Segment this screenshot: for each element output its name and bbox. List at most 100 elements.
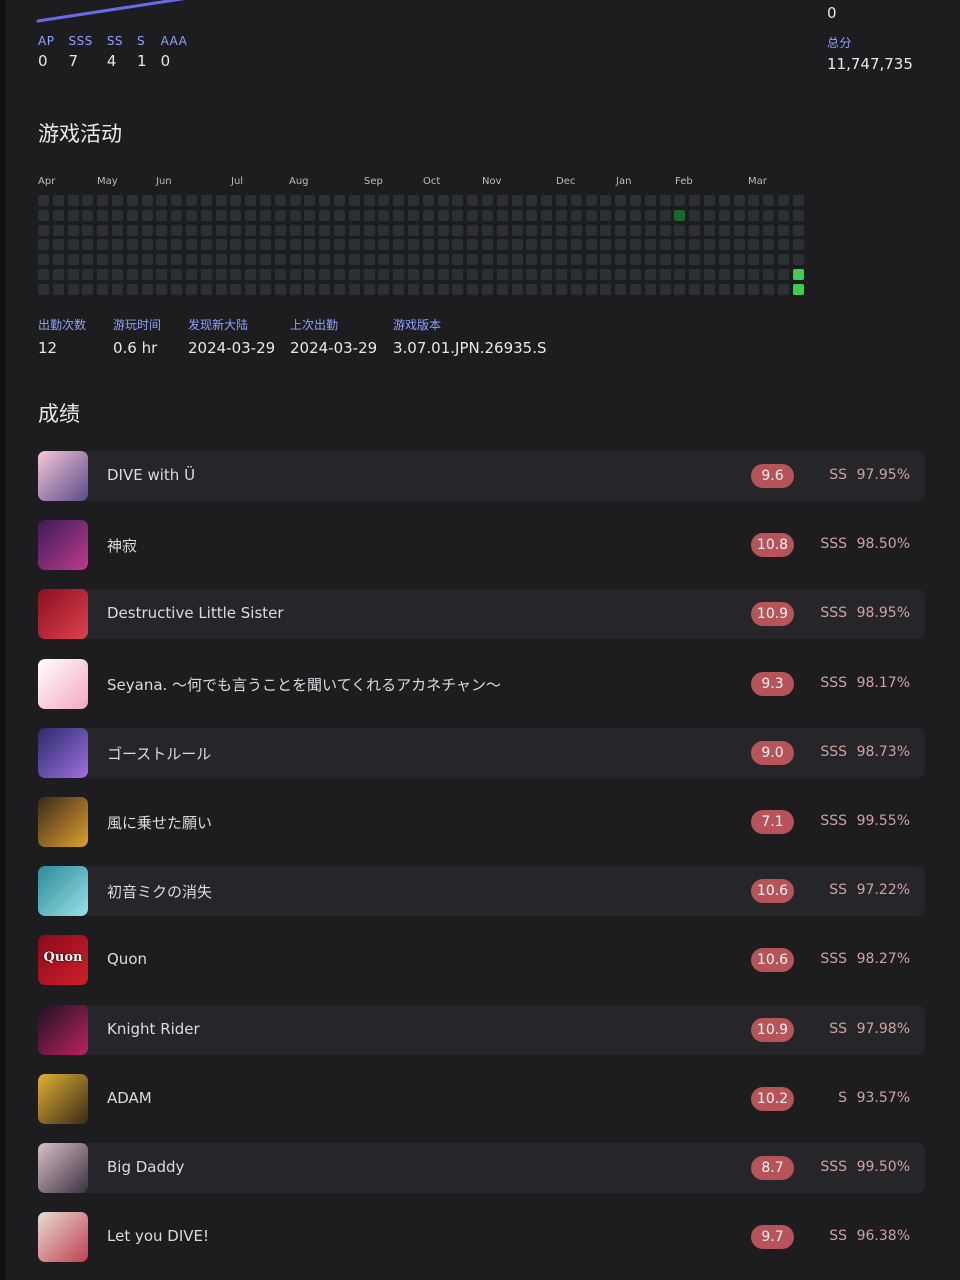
activity-day-cell [171,195,182,206]
activity-day-cell [186,239,197,250]
activity-day-cell [763,195,774,206]
activity-day-cell [748,254,759,265]
activity-day-cell [734,254,745,265]
activity-day-cell [497,210,508,221]
activity-day-cell [674,239,685,250]
score-row[interactable]: DIVE with Ü 9.6 SS 97.95% [38,451,925,501]
activity-day-cell [393,284,404,295]
activity-day-cell [586,225,597,236]
activity-day-cell [734,195,745,206]
score-row[interactable]: 風に乗せた願い 7.1 SSS 99.55% [38,797,925,847]
activity-day-cell [748,210,759,221]
activity-day-cell [216,225,227,236]
activity-day-cell [615,225,626,236]
month-label: Feb [675,176,693,187]
score-row[interactable]: Knight Rider 10.9 SS 97.98% [38,1005,925,1055]
activity-day-cell [230,210,241,221]
activity-day-cell [245,225,256,236]
rank-label: SSS [820,813,847,829]
activity-day-cell [423,195,434,206]
accuracy-value: 96.38% [856,1228,910,1244]
activity-day-cell [571,254,582,265]
activity-day-cell [53,225,64,236]
song-cover-image [38,589,88,639]
activity-day-cell [275,195,286,206]
activity-day-cell [290,225,301,236]
activity-day-cell [290,239,301,250]
activity-day-cell [438,254,449,265]
activity-day-cell [645,254,656,265]
score-row[interactable]: Seyana. ～何でも言うことを聞いてくれるアカネチャン～ 9.3 SSS 98.1… [38,659,925,709]
activity-day-cell [156,239,167,250]
activity-day-cell [438,284,449,295]
activity-day-cell [512,210,523,221]
score-row[interactable]: Quon Quon 10.6 SSS 98.27% [38,935,925,985]
score-row[interactable]: 初音ミクの消失 10.6 SS 97.22% [38,866,925,916]
activity-day-cell [290,269,301,280]
score-row[interactable]: Big Daddy 8.7 SSS 99.50% [38,1143,925,1193]
activity-day-cell [512,225,523,236]
player-profile-page: AP 0 SSS 7 SS 4 S 1 AAA 0 0 总分 11,747,735 游戏活动 Ap… [6,0,960,1280]
activity-day-cell [68,269,79,280]
stat-value: 7 [68,52,78,70]
activity-day-cell [571,239,582,250]
activity-day-cell [630,195,641,206]
activity-day-cell [408,254,419,265]
activity-day-cell [600,225,611,236]
activity-day-cell [423,254,434,265]
song-title: Destructive Little Sister [107,604,284,622]
meta-item: 游戏版本 3.07.01.JPN.26935.S [393,316,547,357]
activity-day-cell [112,254,123,265]
activity-day-cell [364,195,375,206]
activity-day-cell [97,254,108,265]
rank-label: SS [829,467,847,483]
accuracy-value: 98.73% [856,744,910,760]
activity-day-cell [97,195,108,206]
activity-day-cell [378,284,389,295]
activity-day-cell [304,269,315,280]
activity-day-cell [408,195,419,206]
song-cover-image [38,1074,88,1124]
activity-day-cell [68,284,79,295]
activity-day-cell [719,225,730,236]
activity-day-cell [393,195,404,206]
score-row[interactable]: 神寂 10.8 SSS 98.50% [38,520,925,570]
level-badge: 9.7 [751,1225,794,1249]
activity-day-cell [586,239,597,250]
activity-day-cell [230,269,241,280]
activity-day-cell [290,284,301,295]
activity-day-cell [68,239,79,250]
activity-day-cell [526,195,537,206]
activity-day-cell [393,254,404,265]
activity-day-cell [201,254,212,265]
activity-day-cell [319,210,330,221]
level-badge: 9.0 [751,741,794,765]
activity-day-cell [689,254,700,265]
activity-day-cell [452,284,463,295]
rank-label: SSS [820,605,847,621]
activity-day-cell [230,195,241,206]
score-row[interactable]: Let you DIVE! 9.7 SS 96.38% [38,1212,925,1262]
score-row[interactable]: ゴーストルール 9.0 SSS 98.73% [38,728,925,778]
activity-day-cell [97,225,108,236]
score-row[interactable]: Destructive Little Sister 10.9 SSS 98.95% [38,589,925,639]
activity-day-cell [719,269,730,280]
level-badge: 9.3 [751,672,794,696]
meta-label: 游戏版本 [393,318,442,332]
activity-day-cell [467,284,478,295]
activity-day-cell [201,210,212,221]
activity-day-cell [53,239,64,250]
score-row[interactable]: ADAM 10.2 S 93.57% [38,1074,925,1124]
activity-day-cell [334,284,345,295]
song-title: 神寂 [107,537,138,555]
activity-day-cell [660,239,671,250]
activity-day-cell [778,195,789,206]
song-cover-image [38,1005,88,1055]
activity-day-cell [393,239,404,250]
activity-day-cell [319,225,330,236]
activity-day-cell [438,239,449,250]
activity-day-cell [615,195,626,206]
activity-day-cell [452,269,463,280]
activity-day-cell [38,195,49,206]
activity-day-cell [378,239,389,250]
